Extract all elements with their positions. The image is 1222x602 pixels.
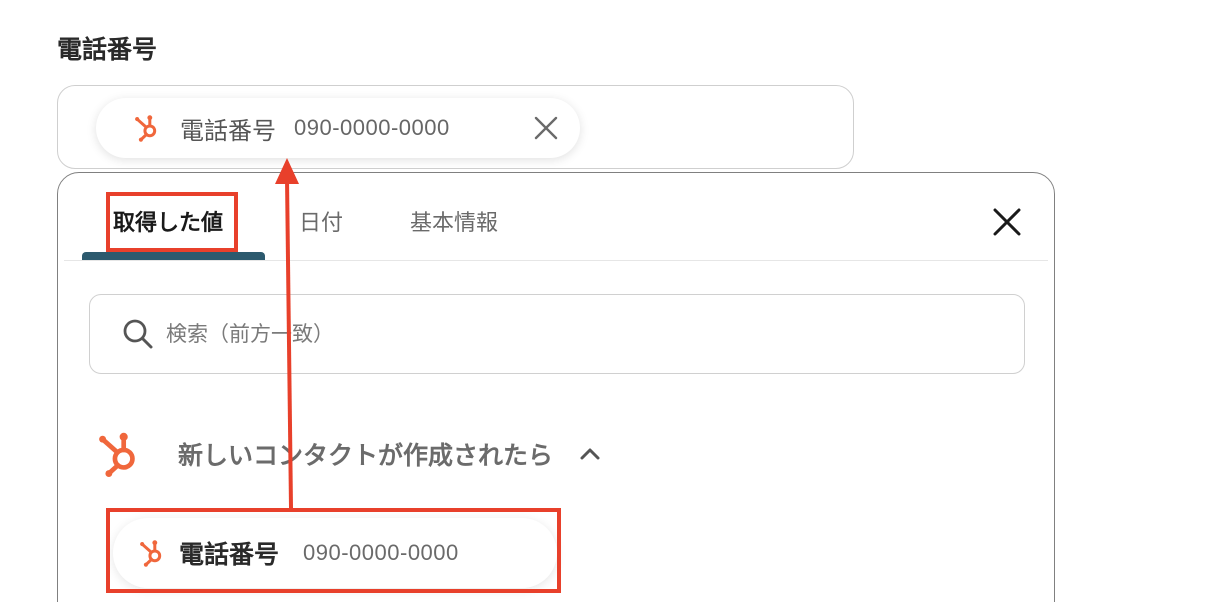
chevron-up-icon[interactable] (577, 441, 603, 467)
search-input[interactable] (164, 321, 988, 347)
section-header-new-contact[interactable]: 新しいコンタクトが作成されたら (94, 429, 603, 479)
tab-acquired-values[interactable]: 取得した値 (113, 205, 223, 237)
item-value: 090-0000-0000 (303, 540, 459, 565)
selected-value-chip[interactable]: 電話番号 090-0000-0000 (96, 98, 580, 158)
active-tab-indicator (82, 252, 265, 260)
tabs-divider (64, 260, 1048, 261)
chip-name: 電話番号 (180, 116, 276, 145)
tab-basic-info[interactable]: 基本情報 (410, 205, 498, 237)
close-icon[interactable] (992, 207, 1022, 237)
field-label: 電話番号 (57, 35, 158, 64)
section-title: 新しいコンタクトが作成されたら (178, 441, 554, 470)
list-item-phone-number[interactable]: 電話番号 090-0000-0000 (113, 518, 557, 588)
item-name: 電話番号 (179, 540, 280, 569)
page: 電話番号 電話番号 090-0000-0000 取得した値 日付 基本情報 検索… (0, 0, 1222, 602)
search-box[interactable] (89, 294, 1025, 374)
search-icon (123, 319, 153, 349)
hubspot-icon (140, 540, 162, 567)
value-picker-popup: 取得した値 日付 基本情報 検索（前方一致） 新しいコンタクトが作成されたら 電… (57, 172, 1055, 602)
close-icon[interactable] (533, 115, 559, 141)
hubspot-icon (99, 432, 135, 477)
chip-value: 090-0000-0000 (294, 115, 450, 140)
tab-date[interactable]: 日付 (299, 205, 343, 237)
hubspot-icon (135, 115, 157, 142)
